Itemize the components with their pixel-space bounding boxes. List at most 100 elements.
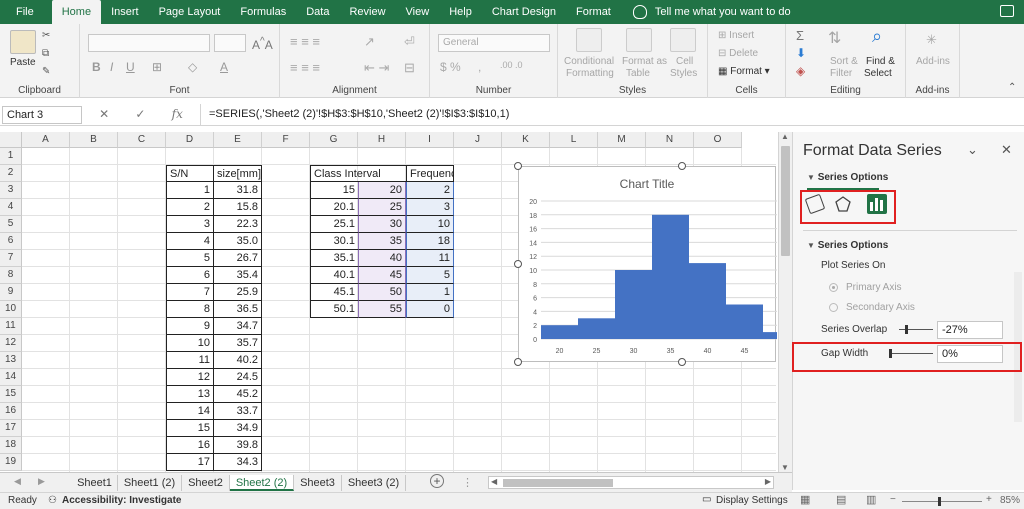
scroll-down-icon[interactable]: ▼: [781, 463, 789, 472]
row-header-13[interactable]: 13: [0, 352, 22, 369]
resize-handle-bl[interactable]: [514, 358, 522, 366]
table1-cell-size[interactable]: 22.3: [214, 216, 262, 233]
column-header-i[interactable]: I: [406, 132, 454, 148]
table1-cell-size[interactable]: 35.7: [214, 335, 262, 352]
column-header-f[interactable]: F: [262, 132, 310, 148]
table2-cell-lower[interactable]: 50.1: [310, 301, 358, 318]
conditional-formatting-button-2[interactable]: Formatting: [566, 68, 614, 79]
histogram-bar[interactable]: [541, 325, 578, 339]
column-header-d[interactable]: D: [166, 132, 214, 148]
tab-home[interactable]: Home: [51, 0, 102, 24]
font-size-dropdown[interactable]: [214, 34, 246, 52]
sort-filter-button[interactable]: Sort &: [830, 56, 858, 67]
zoom-level[interactable]: 85%: [1000, 495, 1020, 506]
row-header-2[interactable]: 2: [0, 165, 22, 182]
comments-icon[interactable]: [1000, 5, 1014, 17]
table1-cell-size[interactable]: 34.7: [214, 318, 262, 335]
table1-cell-sn[interactable]: 5: [166, 250, 214, 267]
table2-cell-upper[interactable]: 30: [358, 216, 406, 233]
align-left-icon[interactable]: ≡ ≡ ≡: [290, 60, 320, 75]
row-header-10[interactable]: 10: [0, 301, 22, 318]
zoom-slider-thumb[interactable]: [938, 497, 941, 506]
column-header-n[interactable]: N: [646, 132, 694, 148]
table1-header-sn[interactable]: S/N: [166, 165, 214, 182]
sheet-tab-sheet2[interactable]: Sheet2: [182, 475, 230, 491]
paste-icon[interactable]: [10, 30, 36, 54]
cell-styles-button-2[interactable]: Styles: [670, 68, 697, 79]
table1-cell-size[interactable]: 24.5: [214, 369, 262, 386]
table1-cell-sn[interactable]: 12: [166, 369, 214, 386]
column-header-o[interactable]: O: [694, 132, 742, 148]
series-options-section[interactable]: ▼ Series Options: [807, 240, 888, 251]
tab-format[interactable]: Format: [566, 0, 621, 24]
histogram-bar[interactable]: [615, 270, 652, 339]
table1-cell-sn[interactable]: 4: [166, 233, 214, 250]
paste-button[interactable]: Paste: [10, 57, 36, 68]
tab-file[interactable]: File: [0, 0, 52, 24]
table2-cell-frequency[interactable]: 10: [406, 216, 454, 233]
hscroll-thumb[interactable]: [503, 479, 613, 487]
table1-cell-sn[interactable]: 14: [166, 403, 214, 420]
addins-button[interactable]: Add-ins: [916, 56, 950, 67]
table2-cell-frequency[interactable]: 0: [406, 301, 454, 318]
row-header-11[interactable]: 11: [0, 318, 22, 335]
table1-cell-sn[interactable]: 1: [166, 182, 214, 199]
overlap-spinner[interactable]: -27%: [937, 321, 1003, 339]
fill-color-icon[interactable]: ◇: [188, 60, 197, 74]
sheet-tab-sheet1-2[interactable]: Sheet1 (2): [118, 475, 182, 491]
table1-cell-sn[interactable]: 11: [166, 352, 214, 369]
table2-cell-upper[interactable]: 35: [358, 233, 406, 250]
tab-view[interactable]: View: [396, 0, 440, 24]
table2-cell-upper[interactable]: 55: [358, 301, 406, 318]
column-header-j[interactable]: J: [454, 132, 502, 148]
resize-handle-ml[interactable]: [514, 260, 522, 268]
close-icon[interactable]: ✕: [1001, 142, 1012, 158]
table2-cell-lower[interactable]: 45.1: [310, 284, 358, 301]
find-select-button-2[interactable]: Select: [864, 68, 892, 79]
table2-cell-lower[interactable]: 20.1: [310, 199, 358, 216]
table2-cell-frequency[interactable]: 2: [406, 182, 454, 199]
sheet-tab-sheet3-2[interactable]: Sheet3 (2): [342, 475, 406, 491]
row-header-3[interactable]: 3: [0, 182, 22, 199]
table1-cell-size[interactable]: 15.8: [214, 199, 262, 216]
page-break-view-icon[interactable]: ▥: [866, 493, 876, 506]
table1-cell-size[interactable]: 26.7: [214, 250, 262, 267]
table2-cell-lower[interactable]: 35.1: [310, 250, 358, 267]
column-header-k[interactable]: K: [502, 132, 550, 148]
vertical-scrollbar[interactable]: ▲ ▼: [778, 132, 792, 472]
table1-cell-size[interactable]: 34.9: [214, 420, 262, 437]
conditional-formatting-button[interactable]: Conditional: [564, 56, 614, 67]
zoom-in-icon[interactable]: +: [986, 494, 992, 505]
column-header-c[interactable]: C: [118, 132, 166, 148]
tab-data[interactable]: Data: [296, 0, 339, 24]
copy-icon[interactable]: ⧉: [42, 48, 49, 59]
row-header-1[interactable]: 1: [0, 148, 22, 165]
table2-cell-frequency[interactable]: 18: [406, 233, 454, 250]
formula-input[interactable]: =SERIES(,'Sheet2 (2)'!$H$3:$H$10,'Sheet2…: [200, 104, 1024, 126]
table1-cell-sn[interactable]: 10: [166, 335, 214, 352]
underline-icon[interactable]: U: [126, 60, 135, 74]
table1-cell-size[interactable]: 25.9: [214, 284, 262, 301]
format-cells-button[interactable]: ▦ Format ▾: [718, 66, 770, 77]
currency-icon[interactable]: $ %: [440, 60, 461, 74]
table2-cell-frequency[interactable]: 3: [406, 199, 454, 216]
row-header-16[interactable]: 16: [0, 403, 22, 420]
tab-review[interactable]: Review: [339, 0, 395, 24]
column-header-a[interactable]: A: [22, 132, 70, 148]
histogram-bar[interactable]: [578, 318, 615, 339]
sort-filter-button-2[interactable]: Filter: [830, 68, 852, 79]
resize-handle-tm[interactable]: [678, 162, 686, 170]
page-layout-view-icon[interactable]: ▤: [836, 493, 846, 506]
table1-cell-sn[interactable]: 2: [166, 199, 214, 216]
font-name-dropdown[interactable]: [88, 34, 210, 52]
next-sheet-icon[interactable]: ▶: [38, 476, 45, 487]
tab-insert[interactable]: Insert: [101, 0, 149, 24]
normal-view-icon[interactable]: ▦: [800, 493, 810, 506]
number-format-dropdown[interactable]: General: [438, 34, 550, 52]
table2-cell-lower[interactable]: 25.1: [310, 216, 358, 233]
table2-cell-frequency[interactable]: 1: [406, 284, 454, 301]
table1-cell-size[interactable]: 35.0: [214, 233, 262, 250]
table1-cell-sn[interactable]: 13: [166, 386, 214, 403]
table2-cell-upper[interactable]: 50: [358, 284, 406, 301]
add-sheet-icon[interactable]: +: [430, 474, 444, 488]
